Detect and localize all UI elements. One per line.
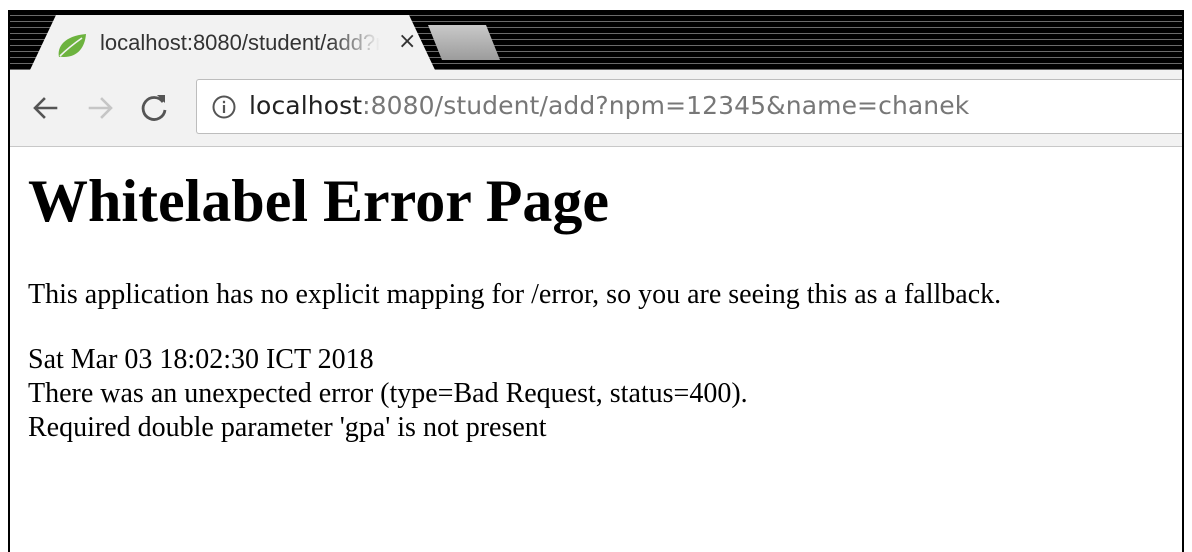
url-host: localhost xyxy=(249,91,363,120)
reload-icon[interactable] xyxy=(134,88,174,128)
page-content: Whitelabel Error Page This application h… xyxy=(10,147,1182,552)
arrow-right-icon[interactable] xyxy=(80,88,120,128)
browser-window: localhost:8080/student/add?npm=12345&nam… xyxy=(8,10,1184,552)
close-tab-icon[interactable]: × xyxy=(398,29,416,54)
url-text[interactable]: localhost:8080/student/add?npm=12345&nam… xyxy=(249,91,969,120)
error-timestamp: Sat Mar 03 18:02:30 ICT 2018 xyxy=(28,344,374,375)
error-message: There was an unexpected error (type=Bad … xyxy=(28,378,748,409)
address-bar[interactable]: localhost:8080/student/add?npm=12345&nam… xyxy=(196,79,1182,134)
tab-strip: localhost:8080/student/add?npm=12345&nam… xyxy=(10,12,1182,70)
error-details: Sat Mar 03 18:02:30 ICT 2018 There was a… xyxy=(28,343,748,445)
error-detail: Required double parameter 'gpa' is not p… xyxy=(28,412,547,443)
error-description: This application has no explicit mapping… xyxy=(28,279,1002,310)
browser-tab[interactable]: localhost:8080/student/add?npm=12345&nam… xyxy=(30,15,435,70)
spring-leaf-icon xyxy=(58,34,86,57)
page-title: Whitelabel Error Page xyxy=(28,168,610,234)
url-path: :8080/student/add?npm=12345&name=chanek xyxy=(362,91,970,120)
arrow-left-icon[interactable] xyxy=(26,88,66,128)
browser-toolbar: localhost:8080/student/add?npm=12345&nam… xyxy=(10,70,1182,147)
new-tab-button[interactable] xyxy=(428,25,500,60)
tab-title: localhost:8080/student/add?npm=12345&nam… xyxy=(100,30,380,55)
info-icon[interactable] xyxy=(211,94,237,120)
